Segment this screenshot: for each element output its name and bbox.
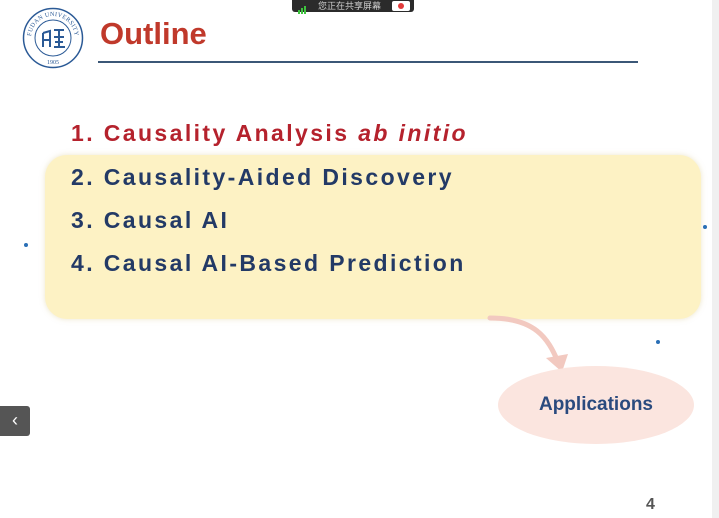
outline-item-number: 1. — [71, 120, 95, 146]
outline-item-text: Causality Analysis — [103, 120, 359, 146]
outline-item-1: 1. Causality Analysis ab initio — [71, 120, 468, 147]
prev-slide-button[interactable]: ‹ — [0, 406, 30, 436]
outline-item-number: 4. — [71, 250, 95, 276]
outline-item-text: Causal AI-Based Prediction — [103, 250, 466, 276]
outline-item-number: 2. — [71, 164, 95, 190]
decorative-dot — [24, 243, 28, 247]
outline-item-text: Causality-Aided Discovery — [103, 164, 454, 190]
logo-year: 1905 — [47, 60, 59, 66]
applications-callout: Applications — [498, 366, 694, 444]
logo-emblem-icon — [42, 29, 65, 48]
outline-item-text: Causal AI — [103, 207, 230, 233]
slide-title: Outline — [100, 16, 207, 51]
university-logo: FUDAN UNIVERSITY 1905 — [22, 7, 84, 69]
signal-icon — [298, 2, 307, 14]
title-divider — [98, 61, 638, 63]
outline-item-2: 2. Causality-Aided Discovery — [71, 164, 454, 191]
decorative-dot — [703, 225, 707, 229]
outline-item-emphasis: ab initio — [358, 120, 468, 146]
stop-share-icon[interactable] — [392, 1, 410, 11]
screen-share-bar[interactable]: 您正在共享屏幕 — [292, 0, 414, 14]
window-edge — [712, 0, 719, 518]
outline-item-number: 3. — [71, 207, 95, 233]
outline-item-3: 3. Causal AI — [71, 207, 229, 234]
decorative-dot — [656, 340, 660, 344]
screen-share-text: 您正在共享屏幕 — [318, 1, 382, 11]
outline-item-4: 4. Causal AI-Based Prediction — [71, 250, 466, 277]
chevron-left-icon: ‹ — [12, 410, 18, 430]
callout-label: Applications — [538, 394, 653, 415]
page-number: 4 — [646, 496, 655, 513]
